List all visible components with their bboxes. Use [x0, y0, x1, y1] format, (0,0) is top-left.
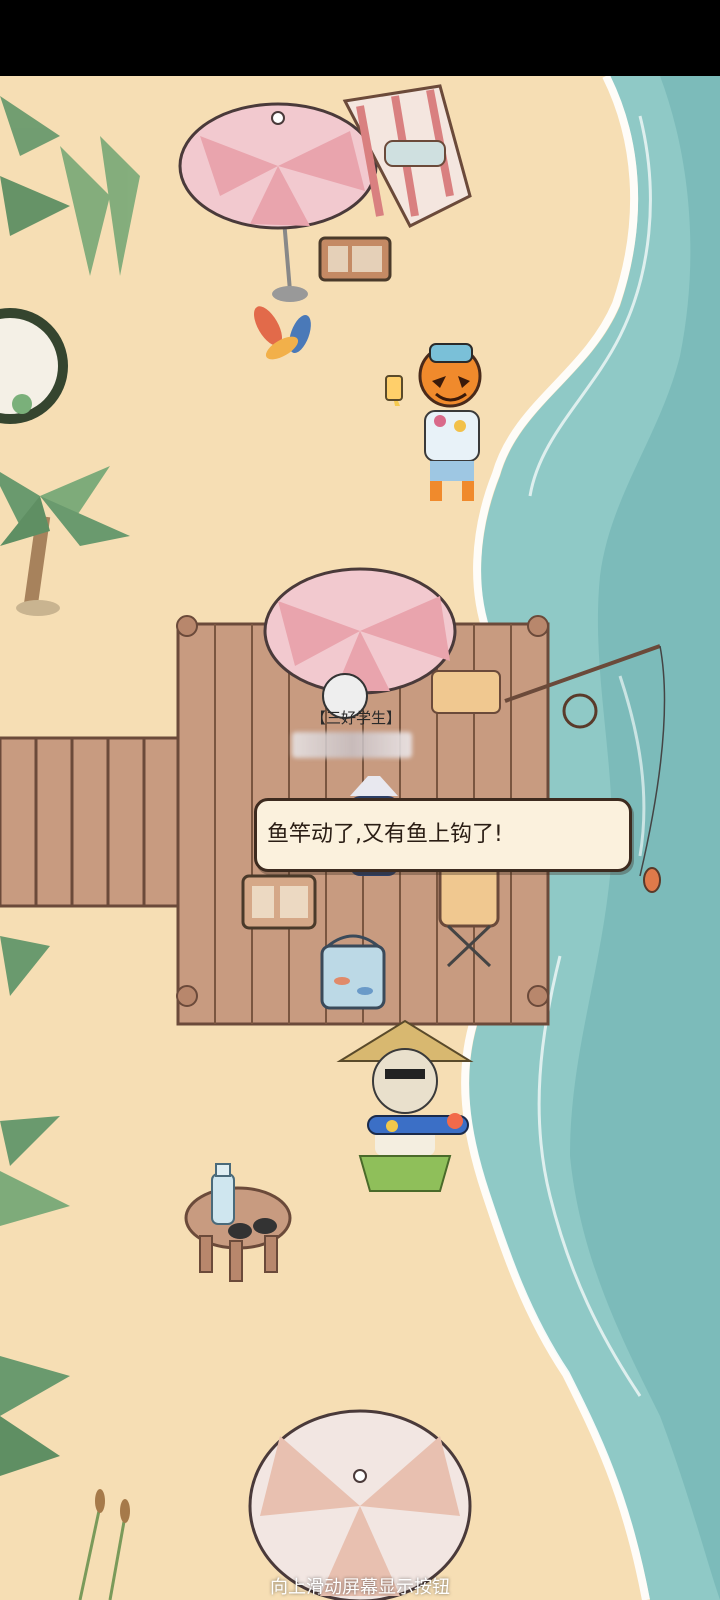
tackle-box: [318, 236, 392, 282]
player-title-label: 【三好学生】: [310, 709, 401, 727]
speech-bubble[interactable]: 鱼竿动了,又有鱼上钩了!: [254, 798, 632, 872]
swipe-hint: 向上滑动屏幕显示按钮: [270, 1577, 450, 1598]
dock-chair: [431, 670, 501, 714]
player-name-blurred: [292, 732, 412, 758]
dock-umbrella: [263, 567, 457, 695]
beach-scene[interactable]: 【三好学生】 鱼竿动了,又有鱼上钩了!: [0, 76, 720, 1600]
wooden-walkway: [0, 736, 182, 908]
bottom-umbrella: [248, 1409, 472, 1600]
status-bar: [0, 0, 720, 76]
fish-cooler: [320, 934, 386, 1010]
speech-text: 鱼竿动了,又有鱼上钩了!: [267, 822, 503, 847]
game-screen[interactable]: 【三好学生】 鱼竿动了,又有鱼上钩了! 向上滑动屏幕显示按钮: [0, 0, 720, 1600]
dock-tackle-box: [241, 874, 317, 930]
